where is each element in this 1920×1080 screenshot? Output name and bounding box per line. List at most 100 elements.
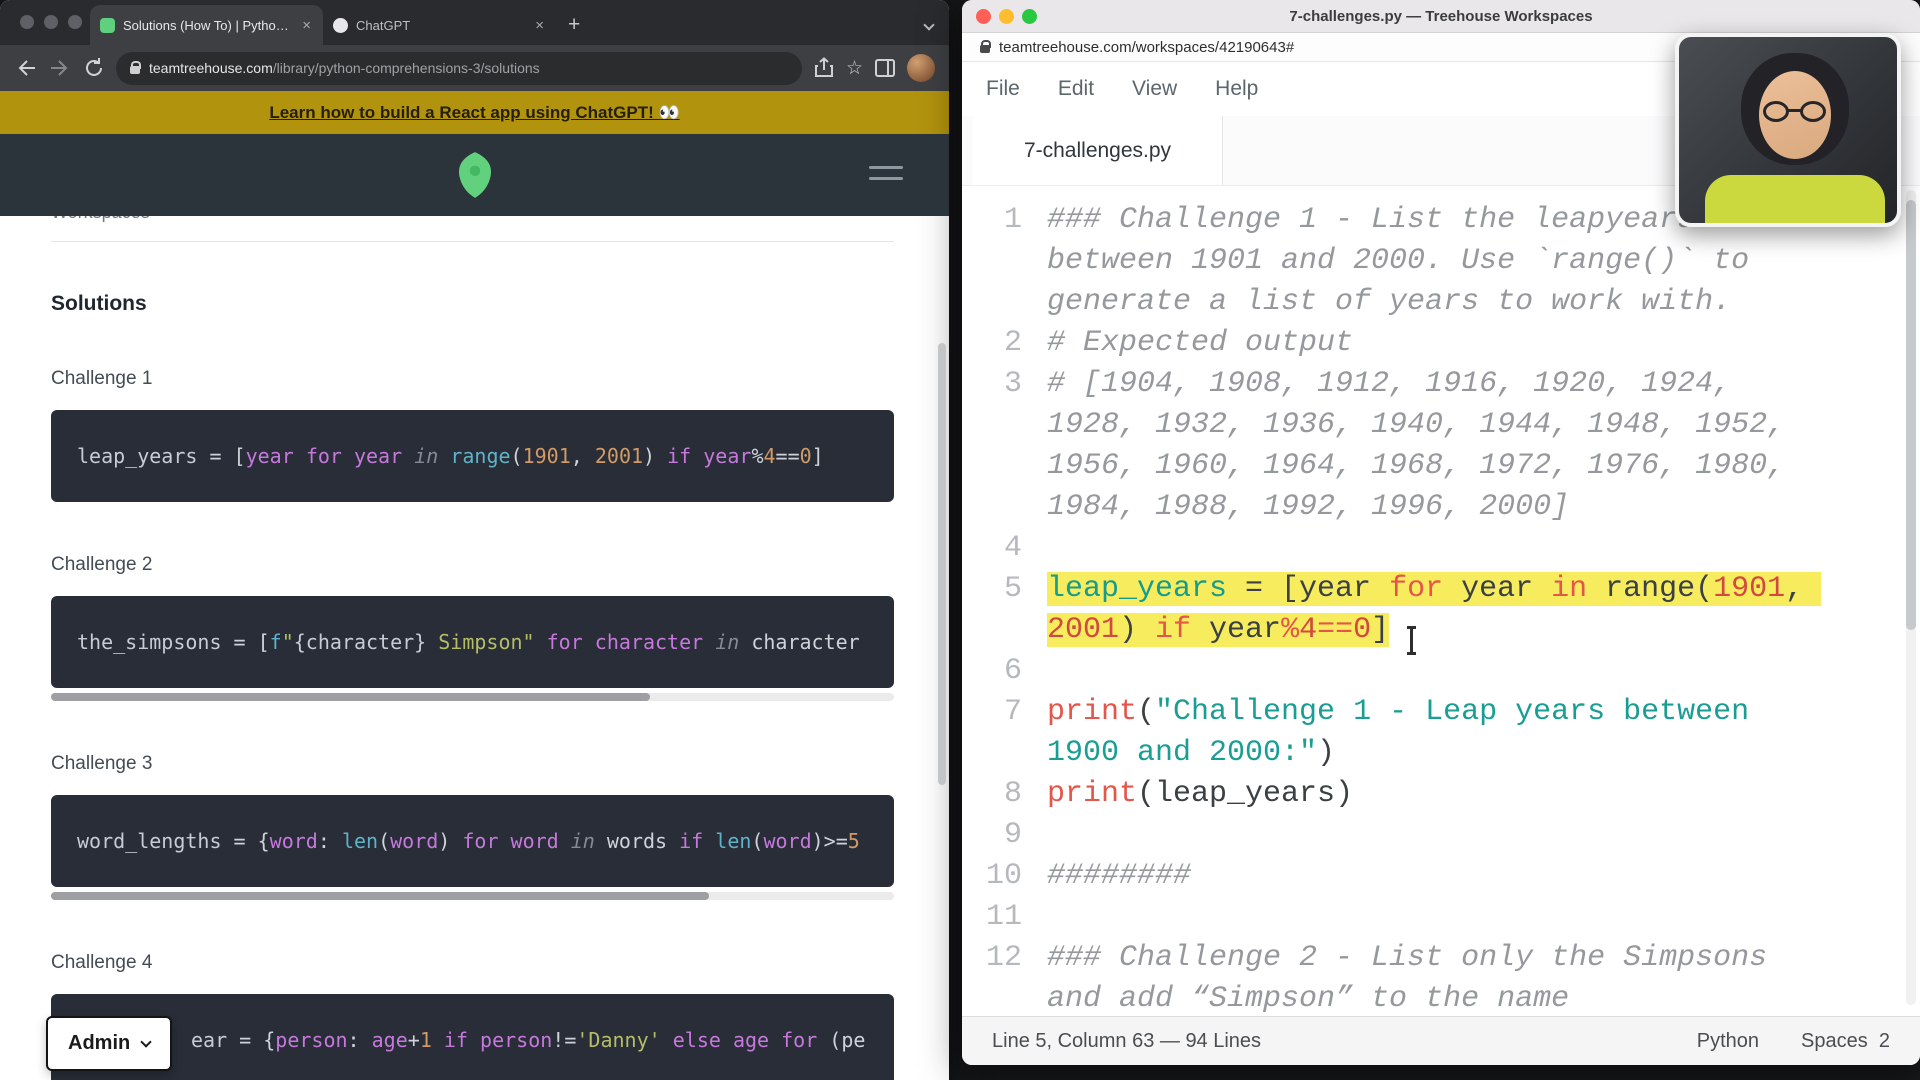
- new-tab-button[interactable]: +: [568, 13, 580, 37]
- page-scrollbar-thumb[interactable]: [938, 343, 946, 785]
- editor-line[interactable]: 4: [970, 528, 1920, 569]
- code-token: 0: [1353, 613, 1371, 647]
- close-tab-icon[interactable]: ×: [533, 17, 546, 34]
- minimize-window-icon[interactable]: [999, 9, 1014, 24]
- zoom-window-icon[interactable]: [1022, 9, 1037, 24]
- challenge-label: Challenge 3: [51, 753, 949, 775]
- horizontal-scrollbar-thumb[interactable]: [51, 693, 650, 701]
- editor-line[interactable]: 3# [1904, 1908, 1912, 1916, 1920, 1924, …: [970, 364, 1920, 528]
- code-token: %: [1281, 613, 1299, 647]
- editor-line[interactable]: 10########: [970, 856, 1920, 897]
- line-code[interactable]: ########: [1047, 856, 1839, 897]
- code-token: word: [270, 829, 318, 853]
- glasses-left-lens: [1763, 101, 1789, 122]
- editor-line[interactable]: 8print(leap_years): [970, 774, 1920, 815]
- address-bar[interactable]: teamtreehouse.com/library/python-compreh…: [116, 52, 802, 85]
- editor-scrollbar[interactable]: [1906, 190, 1916, 1005]
- admin-button-label: Admin: [68, 1032, 130, 1055]
- code-token: "Challenge 1 - Leap years between 1900 a…: [1047, 695, 1767, 770]
- code-token: leap_years: [77, 444, 197, 468]
- editor-line[interactable]: 9: [970, 815, 1920, 856]
- code-token: ==: [776, 444, 800, 468]
- editor-scrollbar-thumb[interactable]: [1906, 200, 1916, 630]
- admin-menu-button[interactable]: Admin: [46, 1016, 172, 1071]
- code-token: 4: [763, 444, 775, 468]
- language-mode[interactable]: Python: [1697, 1030, 1759, 1053]
- line-number: 2: [970, 323, 1022, 364]
- code-token: word_lengths: [77, 829, 222, 853]
- zoom-window-icon[interactable]: [68, 15, 82, 29]
- editor-line[interactable]: 12### Challenge 2 - List only the Simpso…: [970, 938, 1920, 1016]
- side-panel-icon[interactable]: [873, 56, 897, 80]
- line-code[interactable]: [1047, 651, 1839, 692]
- horizontal-scrollbar[interactable]: [51, 693, 894, 701]
- line-code[interactable]: [1047, 897, 1839, 938]
- menu-file[interactable]: File: [986, 77, 1020, 101]
- glasses-right-lens: [1800, 101, 1826, 122]
- treehouse-logo[interactable]: [452, 150, 498, 200]
- line-code[interactable]: print("Challenge 1 - Leap years between …: [1047, 692, 1839, 774]
- menu-help[interactable]: Help: [1215, 77, 1258, 101]
- lock-icon[interactable]: [130, 66, 140, 74]
- editor-line[interactable]: 7print("Challenge 1 - Leap years between…: [970, 692, 1920, 774]
- code-token: [432, 1028, 444, 1052]
- tab-search-chevron-icon[interactable]: [925, 16, 933, 34]
- code-token: for: [781, 1028, 817, 1052]
- line-code[interactable]: [1047, 528, 1839, 569]
- code-token: word: [763, 829, 811, 853]
- close-window-icon[interactable]: [20, 15, 34, 29]
- share-icon[interactable]: [812, 56, 836, 80]
- line-code[interactable]: leap_years = [year for year in range(190…: [1047, 569, 1839, 651]
- code-token: len: [342, 829, 378, 853]
- browser-tab-chatgpt[interactable]: ChatGPT ×: [323, 5, 556, 45]
- line-code[interactable]: ### Challenge 2 - List only the Simpsons…: [1047, 938, 1839, 1016]
- tab-title: ChatGPT: [356, 18, 525, 33]
- forward-icon[interactable]: [48, 56, 72, 80]
- challenge-section: Challenge 2the_simpsons = [f"{character}…: [51, 554, 949, 701]
- code-token: ### Challenge 1 - List the leapyears bet…: [1047, 203, 1767, 319]
- line-number: 1: [970, 200, 1022, 323]
- editor-line[interactable]: 5leap_years = [year for year in range(19…: [970, 569, 1920, 651]
- code-token: 1901: [523, 444, 571, 468]
- challenge-label: Challenge 2: [51, 554, 949, 576]
- code-token: 2001: [595, 444, 643, 468]
- line-code[interactable]: # Expected output: [1047, 323, 1839, 364]
- code-token: 1901: [1713, 572, 1785, 606]
- window-controls[interactable]: [976, 9, 1037, 24]
- tab-title: Solutions (How To) | Python Co: [123, 18, 292, 33]
- close-window-icon[interactable]: [976, 9, 991, 24]
- challenge-section: Challenge 4ear = {person: age+1 if perso…: [51, 952, 949, 1080]
- profile-avatar[interactable]: [907, 54, 935, 82]
- horizontal-scrollbar-thumb[interactable]: [51, 892, 709, 900]
- browser-toolbar: teamtreehouse.com/library/python-compreh…: [0, 45, 949, 91]
- back-icon[interactable]: [14, 56, 38, 80]
- menu-view[interactable]: View: [1132, 77, 1177, 101]
- code-token: f: [270, 630, 282, 654]
- line-code[interactable]: # [1904, 1908, 1912, 1916, 1920, 1924, 1…: [1047, 364, 1839, 528]
- line-code[interactable]: print(leap_years): [1047, 774, 1839, 815]
- window-controls[interactable]: [20, 15, 82, 29]
- browser-tab-solutions[interactable]: Solutions (How To) | Python Co ×: [90, 5, 323, 45]
- indent-setting[interactable]: Spaces 2: [1801, 1030, 1890, 1053]
- breadcrumb[interactable]: Workspaces: [51, 216, 949, 223]
- editor-line[interactable]: 6: [970, 651, 1920, 692]
- close-tab-icon[interactable]: ×: [300, 17, 313, 34]
- page-title: Solutions: [51, 292, 949, 316]
- reload-icon[interactable]: [82, 56, 106, 80]
- promo-banner[interactable]: Learn how to build a React app using Cha…: [0, 91, 949, 134]
- minimize-window-icon[interactable]: [44, 15, 58, 29]
- editor-tab-7-challenges[interactable]: 7-challenges.py: [973, 116, 1223, 185]
- horizontal-scrollbar[interactable]: [51, 892, 894, 900]
- editor-line[interactable]: 11: [970, 897, 1920, 938]
- line-code[interactable]: [1047, 815, 1839, 856]
- hamburger-menu-icon[interactable]: [869, 166, 903, 188]
- code-token: in: [571, 829, 595, 853]
- code-token: ): [643, 444, 667, 468]
- code-editor[interactable]: 1### Challenge 1 - List the leapyears be…: [962, 186, 1920, 1016]
- editor-line[interactable]: 2 # Expected output: [970, 323, 1920, 364]
- promo-banner-link[interactable]: Learn how to build a React app using Cha…: [269, 103, 679, 123]
- bookmark-star-icon[interactable]: ☆: [846, 57, 863, 80]
- code-token: (: [1695, 572, 1713, 606]
- workspace-titlebar[interactable]: 7-challenges.py — Treehouse Workspaces: [962, 0, 1920, 33]
- menu-edit[interactable]: Edit: [1058, 77, 1094, 101]
